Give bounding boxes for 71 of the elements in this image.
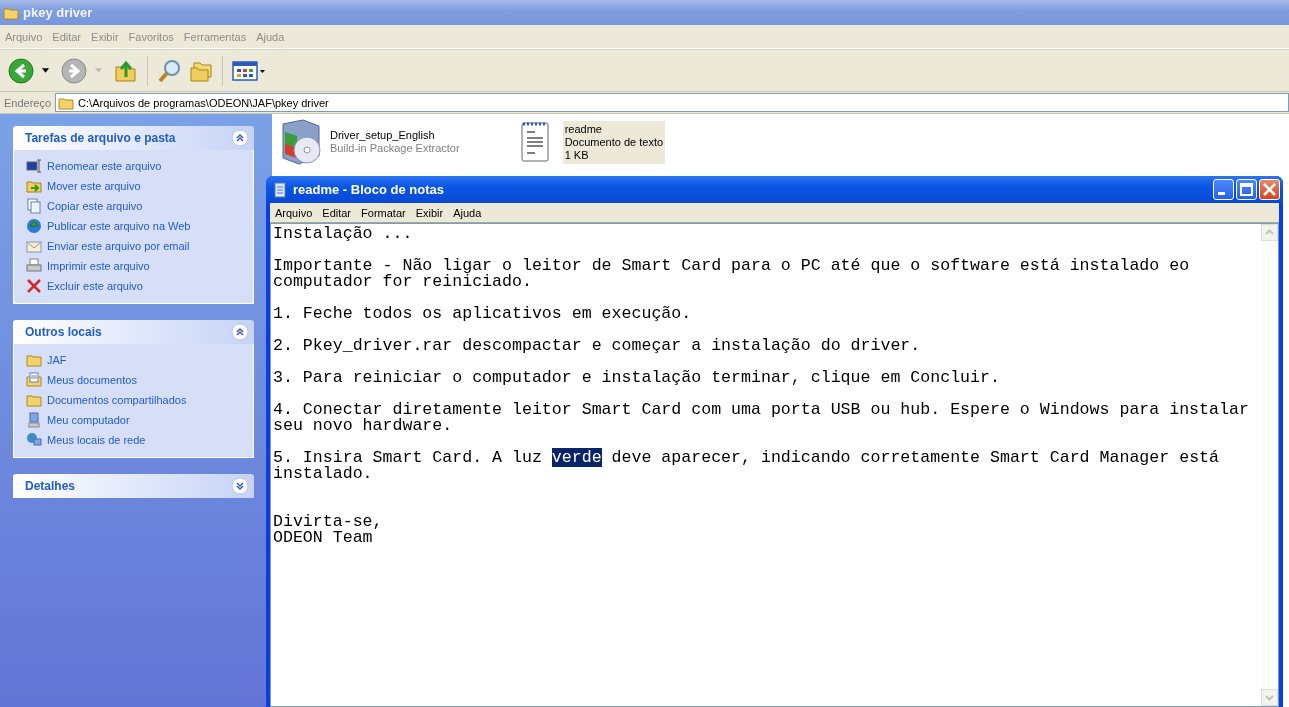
- text-line: 2. Pkey_driver.rar descompactar e começar a instalação do driver.: [273, 338, 922, 354]
- menu-item[interactable]: Arquivo: [270, 206, 318, 219]
- menu-item[interactable]: Editar: [317, 206, 357, 219]
- task-link[interactable]: Publicar este arquivo na Web: [47, 220, 191, 232]
- task-link[interactable]: Meus documentos: [47, 374, 137, 386]
- task-link[interactable]: Excluir este arquivo: [47, 280, 143, 292]
- text-line: Divirta-se,: [273, 514, 384, 530]
- task-link[interactable]: Meus locais de rede: [47, 434, 146, 446]
- text-line: ODEON Team: [273, 530, 373, 546]
- window-title: readme - Bloco de notas: [293, 182, 445, 197]
- text-line: 3. Para reiniciar o computador e instalação terminar, clique em Concluir.: [273, 370, 1001, 386]
- task-link[interactable]: Meu computador: [47, 414, 130, 426]
- panel-header[interactable]: Detalhes: [13, 474, 254, 498]
- address-label: Endereço: [4, 96, 52, 109]
- maximize-button[interactable]: [1236, 179, 1257, 200]
- documents-icon: [26, 372, 42, 388]
- menu-item[interactable]: Exibir: [86, 30, 124, 43]
- task-link[interactable]: Documentos compartilhados: [47, 394, 187, 406]
- text-line: 1. Feche todos os aplicativos em execução.: [273, 306, 693, 322]
- task-link[interactable]: Imprimir este arquivo: [47, 260, 150, 272]
- folder-icon: [26, 392, 42, 408]
- text-line: Instalação ...: [273, 226, 414, 242]
- text-line: Importante - Não ligar o leitor de Smart Card para o PC até que o software está instalado eo: [273, 258, 1191, 274]
- task-link[interactable]: JAF: [47, 354, 67, 366]
- file-label[interactable]: readme Documento de texto 1 KB: [562, 120, 666, 164]
- collapse-icon[interactable]: [231, 323, 249, 341]
- task-link[interactable]: Copiar este arquivo: [47, 200, 143, 212]
- panel-title: Tarefas de arquivo e pasta: [25, 131, 176, 145]
- task-link[interactable]: Renomear este arquivo: [47, 160, 162, 172]
- text-line: 5. Insira Smart Card. A luz verde deve aparecer, indicando corretamente Smart Card Manager está: [273, 450, 1220, 466]
- menu-item[interactable]: Editar: [47, 30, 87, 43]
- task-link[interactable]: Enviar este arquivo por email: [47, 240, 190, 252]
- menu-item[interactable]: Ajuda: [251, 30, 290, 43]
- notepad-icon: [272, 181, 288, 198]
- mail-icon: [26, 238, 42, 254]
- menu-item[interactable]: Ajuda: [448, 206, 487, 219]
- computer-icon: [26, 412, 42, 428]
- panel-header[interactable]: Outros locais: [13, 320, 254, 344]
- file-label[interactable]: Driver_setup_English Build-in Package Extractor: [328, 127, 462, 157]
- menu-item[interactable]: Exibir: [410, 206, 449, 219]
- folder-icon: [26, 352, 42, 368]
- task-link[interactable]: Mover este arquivo: [47, 180, 141, 192]
- panel-title: Outros locais: [25, 325, 102, 339]
- minimize-button[interactable]: [1213, 179, 1234, 200]
- printer-icon: [26, 258, 42, 274]
- menu-item[interactable]: Favoritos: [123, 30, 179, 43]
- minimize-icon: [1218, 192, 1225, 195]
- close-icon: [1263, 183, 1276, 196]
- expand-icon[interactable]: [231, 477, 249, 495]
- caret-icon[interactable]: [42, 68, 49, 73]
- globe-icon: [26, 218, 42, 234]
- panel-title: Detalhes: [25, 479, 76, 493]
- menu-item[interactable]: Arquivo: [0, 30, 48, 43]
- text-line: computador for reiniciado.: [273, 274, 533, 290]
- maximize-icon: [1240, 183, 1253, 196]
- close-button[interactable]: [1259, 179, 1280, 200]
- back-button[interactable]: [6, 55, 36, 86]
- address-field[interactable]: C:\Arquivos de programas\ODEON\JAF\pkey driver: [55, 93, 1289, 112]
- copy-icon: [26, 198, 42, 214]
- delete-icon: [26, 278, 42, 294]
- network-icon: [26, 432, 42, 448]
- text-line: instalado.: [273, 466, 374, 482]
- rename-icon: [26, 158, 42, 174]
- window-title: pkey driver: [23, 5, 93, 20]
- move-icon: [26, 178, 42, 194]
- menu-item[interactable]: Ferramentas: [178, 30, 252, 43]
- text-line: 4. Conectar diretamente leitor Smart Card com uma porta USB ou hub. Espere o Windows para instalar: [273, 402, 1250, 418]
- menu-item[interactable]: Formatar: [356, 206, 411, 219]
- collapse-icon[interactable]: [231, 129, 249, 147]
- text-line: seu novo hardware.: [273, 418, 454, 434]
- panel-header[interactable]: Tarefas de arquivo e pasta: [13, 126, 254, 150]
